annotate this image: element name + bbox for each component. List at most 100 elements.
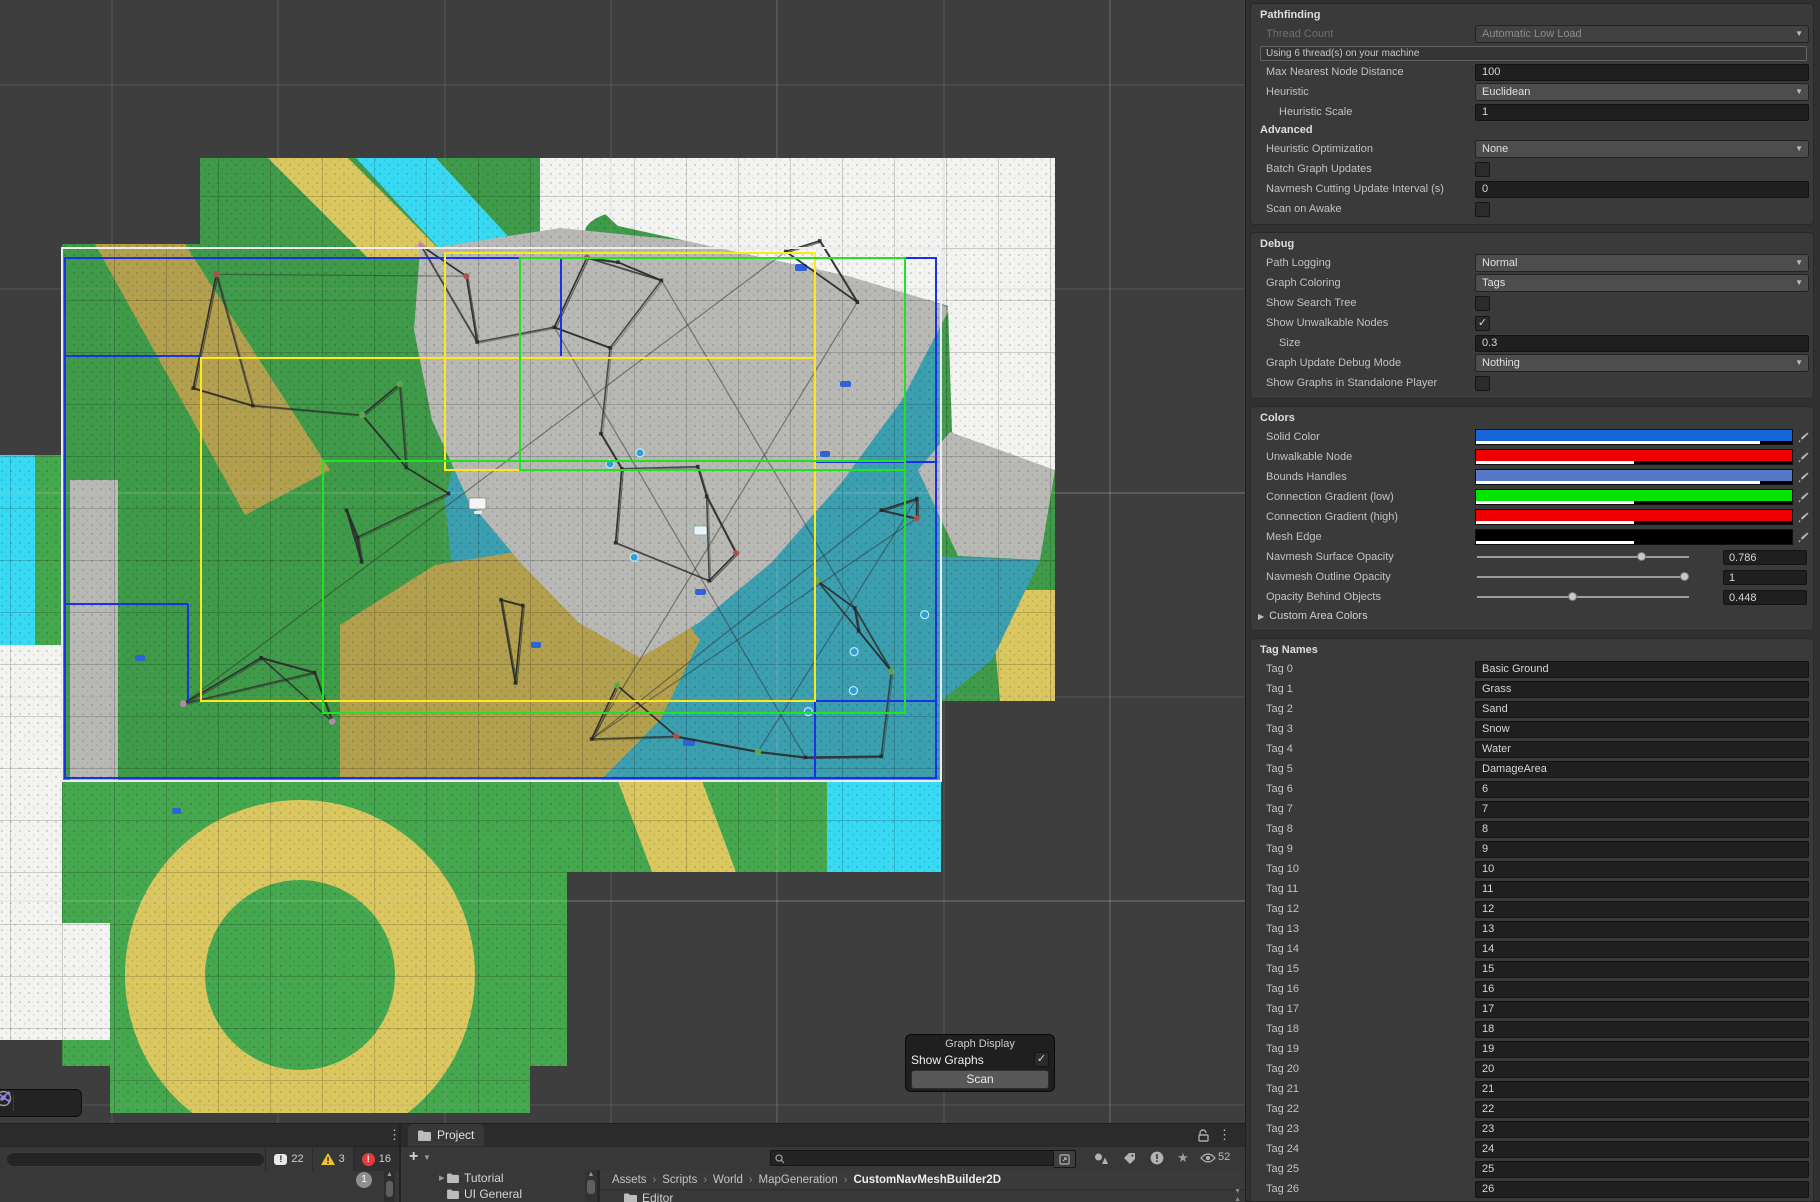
connection-gradient-high-color-swatch[interactable] (1475, 509, 1793, 525)
tag-9-input[interactable]: 9 (1475, 841, 1809, 858)
tag-21-input[interactable]: 21 (1475, 1081, 1809, 1098)
show-graphs-in-standalone-player-checkbox[interactable] (1475, 376, 1490, 391)
navmesh-surface-opacity-value[interactable]: 0.786 (1723, 550, 1807, 565)
foldout-custom-area-colors[interactable]: ▶Custom Area Colors (1255, 607, 1809, 625)
scan-button[interactable]: Scan (911, 1070, 1049, 1089)
tag-10-input[interactable]: 10 (1475, 861, 1809, 878)
tag-20-input[interactable]: 20 (1475, 1061, 1809, 1078)
tag-3-input[interactable]: Snow (1475, 721, 1809, 738)
tag-8-input[interactable]: 8 (1475, 821, 1809, 838)
open-in-new-window-icon[interactable] (1054, 1150, 1076, 1168)
create-asset-dropdown-icon[interactable]: ▼ (423, 1153, 431, 1162)
opacity-behind-objects-value[interactable]: 0.448 (1723, 590, 1807, 605)
heuristic-scale-input[interactable]: 1 (1475, 104, 1809, 121)
tag-12-input[interactable]: 12 (1475, 901, 1809, 918)
eyedropper-icon[interactable] (1798, 490, 1809, 508)
size-input[interactable]: 0.3 (1475, 335, 1809, 352)
navmesh-cutting-update-interval-s-input[interactable]: 0 (1475, 181, 1809, 198)
max-nearest-node-distance-input[interactable]: 100 (1475, 64, 1809, 81)
tag-5-input[interactable]: DamageArea (1475, 761, 1809, 778)
compass-icon[interactable] (14, 1093, 40, 1113)
tag-19-input[interactable]: 19 (1475, 1041, 1809, 1058)
search-by-label-icon[interactable] (1121, 1150, 1137, 1166)
tag-13-input[interactable]: 13 (1475, 921, 1809, 938)
console-scrollbar[interactable]: ▲ (384, 1170, 395, 1202)
breadcrumb-assets[interactable]: Assets (612, 1174, 647, 1186)
tag-15-input[interactable]: 15 (1475, 961, 1809, 978)
heuristic-dropdown[interactable]: Euclidean▼ (1475, 83, 1809, 101)
create-asset-button[interactable]: + (409, 1148, 418, 1166)
tree-item-tutorial[interactable]: ▶ Tutorial (401, 1170, 585, 1186)
files-scroll-arrows[interactable]: ▼▲ (1234, 1188, 1241, 1202)
graph-coloring-dropdown[interactable]: Tags▼ (1475, 274, 1809, 292)
tag-16-input[interactable]: 16 (1475, 981, 1809, 998)
scene-view[interactable]: Graph Display Show Graphs ✓ Scan (0, 0, 1245, 1123)
tag-14-input[interactable]: 14 (1475, 941, 1809, 958)
bounds-handles-color-swatch[interactable] (1475, 469, 1793, 485)
breadcrumb-current-folder[interactable]: CustomNavMeshBuilder2D (853, 1174, 1001, 1186)
foldout-arrow-icon[interactable]: ▶ (439, 1174, 447, 1182)
project-menu-icon[interactable]: ⋮ (1218, 1127, 1231, 1143)
tag-23-input[interactable]: 23 (1475, 1121, 1809, 1138)
batch-graph-updates-checkbox[interactable] (1475, 162, 1490, 177)
search-importance-icon[interactable] (1149, 1150, 1165, 1166)
tag-0-input[interactable]: Basic Ground (1475, 661, 1809, 678)
tag-17-input[interactable]: 17 (1475, 1001, 1809, 1018)
navmesh-outline-opacity-slider[interactable] (1477, 576, 1689, 578)
tag-4-input[interactable]: Water (1475, 741, 1809, 758)
tag-11-input[interactable]: 11 (1475, 881, 1809, 898)
tag-25-input[interactable]: 25 (1475, 1161, 1809, 1178)
mesh-edge-color-swatch[interactable] (1475, 529, 1793, 545)
navmesh-outline-opacity-value[interactable]: 1 (1723, 570, 1807, 585)
tree-item-ui-general[interactable]: ▶ UI General (401, 1186, 585, 1202)
graph-update-debug-mode-dropdown[interactable]: Nothing▼ (1475, 354, 1809, 372)
tag-1-input[interactable]: Grass (1475, 681, 1809, 698)
console-info-toggle[interactable]: ! 22 (265, 1147, 311, 1171)
breadcrumb-scripts[interactable]: Scripts (662, 1174, 697, 1186)
project-search-input[interactable] (770, 1150, 1054, 1166)
opacity-behind-objects-slider[interactable] (1477, 596, 1689, 598)
tag-24-input[interactable]: 24 (1475, 1141, 1809, 1158)
console-warning-toggle[interactable]: 3 (312, 1147, 353, 1171)
slider-handle[interactable] (1680, 572, 1689, 581)
scan-on-awake-checkbox[interactable] (1475, 202, 1490, 217)
field-label-graph-coloring: Graph Coloring (1255, 277, 1475, 289)
connection-gradient-low-color-swatch[interactable] (1475, 489, 1793, 505)
search-by-type-icon[interactable] (1093, 1150, 1109, 1166)
visibility-icon[interactable] (1200, 1150, 1216, 1166)
eyedropper-icon[interactable] (1798, 510, 1809, 528)
show-graphs-checkbox[interactable]: ✓ (1034, 1052, 1049, 1067)
tag-2-input[interactable]: Sand (1475, 701, 1809, 718)
eyedropper-icon[interactable] (1798, 530, 1809, 548)
navmesh-surface-opacity-slider[interactable] (1477, 556, 1689, 558)
tag-6-input[interactable]: 6 (1475, 781, 1809, 798)
breadcrumb-world[interactable]: World (713, 1174, 743, 1186)
tag-22-input[interactable]: 22 (1475, 1101, 1809, 1118)
eyedropper-icon[interactable] (1798, 450, 1809, 468)
unlocked-icon[interactable] (1198, 1129, 1209, 1142)
eyedropper-icon[interactable] (1798, 470, 1809, 488)
scene-overlay-toolbar[interactable] (0, 1089, 82, 1117)
show-search-tree-checkbox[interactable] (1475, 296, 1490, 311)
favorites-icon[interactable]: ★ (1175, 1150, 1191, 1166)
file-item-editor[interactable]: Editor (600, 1190, 1245, 1202)
solid-color-color-swatch[interactable] (1475, 429, 1793, 445)
slider-handle[interactable] (1568, 592, 1577, 601)
console-menu-icon[interactable]: ⋮ (388, 1127, 401, 1143)
breadcrumb-mapgeneration[interactable]: MapGeneration (759, 1174, 838, 1186)
unwalkable-node-color-swatch[interactable] (1475, 449, 1793, 465)
shuffle-icon[interactable] (40, 1093, 66, 1113)
eyedropper-icon[interactable] (1798, 430, 1809, 448)
path-logging-dropdown[interactable]: Normal▼ (1475, 254, 1809, 272)
subheader-advanced: Advanced (1255, 122, 1809, 139)
tab-project[interactable]: Project (408, 1124, 484, 1146)
show-unwalkable-nodes-checkbox[interactable]: ✓ (1475, 316, 1490, 331)
tag-26-input[interactable]: 26 (1475, 1181, 1809, 1198)
tag-18-input[interactable]: 18 (1475, 1021, 1809, 1038)
tree-scrollbar[interactable]: ▲ (585, 1170, 597, 1202)
slider-handle[interactable] (1637, 552, 1646, 561)
console-error-toggle[interactable]: ! 16 (353, 1147, 399, 1171)
console-search-field[interactable] (6, 1152, 265, 1167)
heuristic-optimization-dropdown[interactable]: None▼ (1475, 140, 1809, 158)
tag-7-input[interactable]: 7 (1475, 801, 1809, 818)
